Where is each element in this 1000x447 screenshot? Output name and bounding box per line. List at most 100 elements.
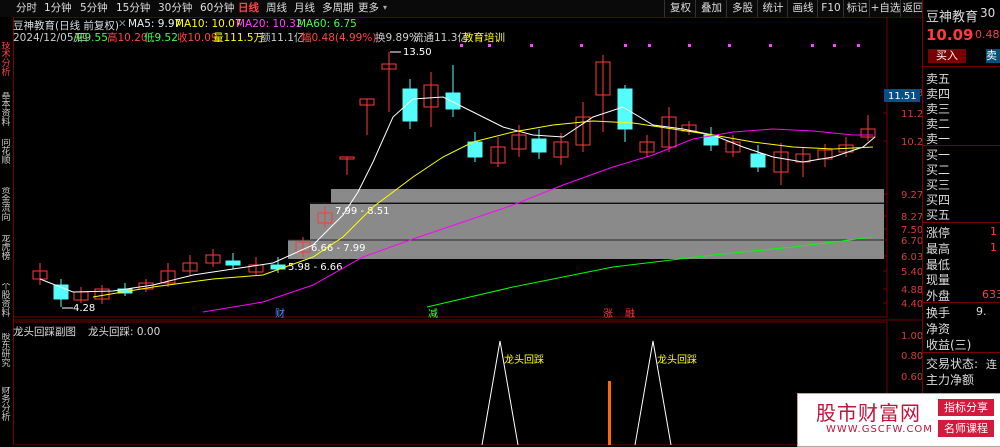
indicator-value-label: 龙头回踩: 0.00 bbox=[88, 326, 161, 338]
site-watermark-banner: 股市财富网 WWW.GSCFW.COM 指标分享 名师课程 bbox=[797, 393, 1000, 447]
indicator-axis-label: 1.00 bbox=[901, 331, 922, 342]
left-tab-shareholders[interactable]: 股东研究 bbox=[0, 333, 12, 369]
left-tab-technical[interactable]: 技术分析 bbox=[0, 42, 12, 78]
left-tab-lhb[interactable]: 龙虎榜 bbox=[0, 235, 12, 263]
period-tab-daily[interactable]: 日线 bbox=[238, 1, 259, 15]
f10-button[interactable]: F10 bbox=[817, 0, 844, 17]
concept-label[interactable]: 教育培训 bbox=[463, 30, 505, 45]
left-tab-finance[interactable]: 财务分析 bbox=[0, 387, 12, 423]
price-zone bbox=[288, 240, 884, 259]
price-axis-label: 11.23 bbox=[901, 109, 922, 120]
high-label: 高10.20 bbox=[107, 32, 148, 44]
left-tab-basic[interactable]: 基本资料 bbox=[0, 92, 12, 128]
price-axis-label: 4.88 bbox=[901, 285, 922, 296]
watermark-tag-courses: 名师课程 bbox=[938, 420, 994, 437]
draw-line-button[interactable]: 画线 bbox=[787, 0, 818, 17]
turnover-stat-value: 9. bbox=[976, 305, 987, 318]
indicator-axis-label: 0.60 bbox=[901, 372, 922, 383]
period-tab-60min[interactable]: 60分钟 bbox=[200, 1, 234, 15]
sell-button[interactable]: 卖出 bbox=[986, 49, 1000, 63]
event-dot bbox=[530, 44, 533, 47]
trade-status-value: 连 bbox=[986, 358, 997, 371]
current-price-tag-text: 11.51 bbox=[888, 91, 917, 102]
signal-label: 龙头回踩 bbox=[504, 353, 544, 366]
period-tab-more[interactable]: 更多 bbox=[358, 1, 379, 15]
change-label: 幅0.48(4.99%) bbox=[301, 32, 377, 44]
open-label: 开9.55 bbox=[74, 32, 108, 44]
ma60-label: MA60: 6.75 bbox=[297, 18, 357, 30]
left-tab-strip: 技术分析 基本资料 同花顺 资金流向 龙虎榜 个股资料 股东研究 财务分析 bbox=[0, 17, 14, 445]
stats-divider bbox=[923, 222, 1000, 223]
period-tab-15min[interactable]: 15分钟 bbox=[116, 1, 150, 15]
stock-name: 豆神教育 bbox=[926, 10, 979, 25]
event-dot bbox=[857, 44, 860, 47]
watermark-site-name: 股市财富网 bbox=[816, 401, 921, 425]
net-asset-label: 净资 bbox=[926, 322, 951, 336]
close-label: 收10.09 bbox=[177, 32, 218, 44]
high-stat-label: 最高 bbox=[926, 242, 951, 256]
event-label: 涨 bbox=[603, 308, 613, 320]
multi-stock-button[interactable]: 多股 bbox=[726, 0, 758, 17]
period-tab-multi[interactable]: 多周期 bbox=[322, 1, 354, 15]
stock-code: 30 bbox=[980, 6, 996, 20]
price-zone bbox=[310, 204, 884, 240]
ma5-label: MA5: 9.97 bbox=[128, 18, 182, 30]
price-axis-label: 7.50 bbox=[901, 225, 922, 236]
event-label: 减 bbox=[428, 308, 438, 320]
price-axis-label: 6.03 bbox=[901, 252, 922, 263]
indicator-title: 龙头回踩副图 bbox=[13, 326, 76, 338]
event-label: 融 bbox=[625, 308, 635, 320]
period-tab-monthly[interactable]: 月线 bbox=[294, 1, 315, 15]
buy-button[interactable]: 买入 bbox=[928, 49, 966, 63]
chart-close-icon[interactable]: ✕ bbox=[118, 18, 127, 30]
stats-divider-3 bbox=[923, 352, 1000, 353]
indicator-panel-border bbox=[13, 321, 888, 445]
left-tab-ths[interactable]: 同花顺 bbox=[0, 139, 12, 167]
low-label: 低9.52 bbox=[144, 32, 178, 44]
event-dot bbox=[648, 44, 651, 47]
period-tab-1min[interactable]: 1分钟 bbox=[44, 1, 72, 15]
left-tab-fund-flow[interactable]: 资金流向 bbox=[0, 187, 12, 223]
candle-body bbox=[531, 138, 547, 153]
stats-divider-2 bbox=[923, 302, 1000, 303]
period-tab-5min[interactable]: 5分钟 bbox=[80, 1, 108, 15]
candle-body bbox=[445, 92, 461, 110]
kline-chart[interactable]: 12.3511.2310.219.278.277.506.706.035.404… bbox=[13, 17, 922, 445]
outer-volume-value: 633 bbox=[982, 288, 1000, 301]
candle-body bbox=[750, 153, 766, 168]
candle-body bbox=[225, 260, 241, 266]
ma20-label: MA20: 10.32 bbox=[236, 18, 303, 30]
event-dot bbox=[624, 44, 627, 47]
low-marker-label: 4.28 bbox=[73, 303, 95, 314]
fuquan-button[interactable]: 复权 bbox=[664, 0, 696, 17]
mark-button[interactable]: 标记 bbox=[843, 0, 870, 17]
statistics-button[interactable]: 统计 bbox=[757, 0, 788, 17]
period-tab-fenshi[interactable]: 分时 bbox=[16, 1, 37, 15]
period-tab-weekly[interactable]: 周线 bbox=[266, 1, 287, 15]
price-axis-label: 8.27 bbox=[901, 212, 922, 223]
float-label: 流通11.3亿 bbox=[413, 32, 468, 44]
price-axis-label: 5.40 bbox=[901, 267, 922, 278]
panel-divider bbox=[923, 66, 1000, 67]
event-dot bbox=[728, 44, 731, 47]
eps-label: 收益(三) bbox=[926, 338, 972, 352]
overlay-button[interactable]: 叠加 bbox=[695, 0, 727, 17]
turnover-stat-label: 换手 bbox=[926, 306, 951, 320]
price-axis-label: 4.40 bbox=[901, 299, 922, 310]
period-tab-30min[interactable]: 30分钟 bbox=[158, 1, 192, 15]
event-dot bbox=[833, 44, 836, 47]
high-marker-label: 13.50 bbox=[403, 47, 432, 58]
high-stat-value: 1 bbox=[990, 241, 997, 254]
signal-label: 龙头回踩 bbox=[657, 353, 697, 366]
trade-status-label: 交易状态: bbox=[926, 357, 979, 371]
more-dropdown-icon[interactable]: ▾ bbox=[383, 1, 387, 15]
left-tab-profile[interactable]: 个股资料 bbox=[0, 283, 12, 319]
candle-body bbox=[402, 88, 418, 122]
amount-label: 额11.1亿 bbox=[260, 32, 305, 44]
event-dot bbox=[769, 44, 772, 47]
add-watchlist-button[interactable]: +自选 bbox=[869, 0, 901, 17]
current-volume-label: 现量 bbox=[926, 273, 951, 287]
current-price: 10.09 bbox=[926, 26, 974, 44]
zone-label: 5.98 - 6.66 bbox=[288, 262, 343, 273]
price-zone bbox=[331, 189, 884, 203]
